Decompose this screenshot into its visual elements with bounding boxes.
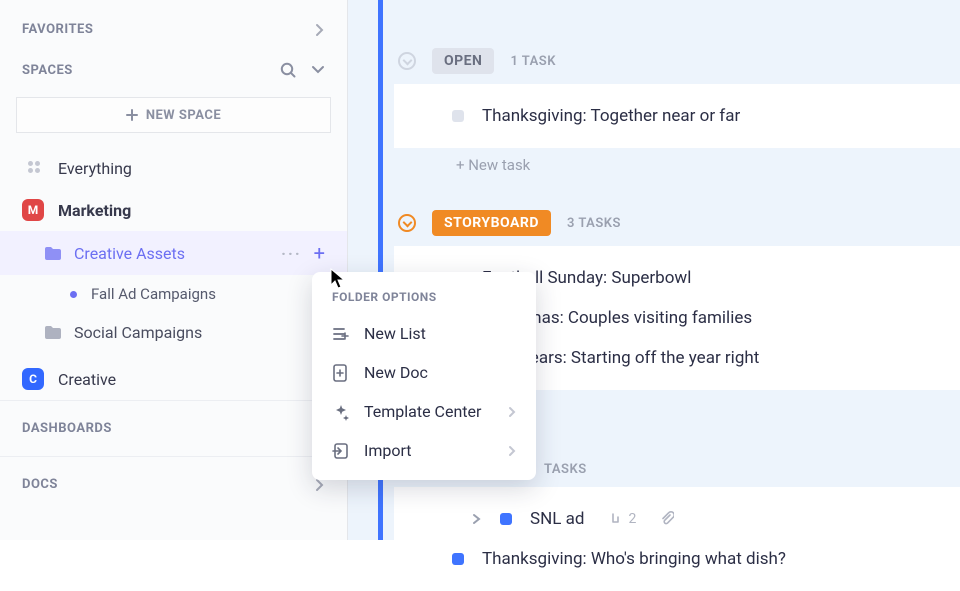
task-status-icon[interactable]: [500, 513, 512, 525]
task-group-open: Thanksgiving: Together near or far: [394, 84, 960, 148]
folder-add-icon[interactable]: +: [314, 241, 325, 265]
plus-icon: [126, 109, 138, 121]
spaces-label: SPACES: [22, 63, 73, 78]
status-pill-storyboard: STORYBOARD: [432, 210, 551, 236]
import-icon: [332, 442, 350, 460]
search-icon[interactable]: [279, 61, 297, 79]
folder-icon: [44, 246, 62, 261]
task-row[interactable]: SNL ad 2: [418, 499, 940, 539]
chevron-right-icon: [508, 445, 516, 457]
creative-label: Creative: [58, 370, 116, 389]
sidebar-item-everything[interactable]: Everything: [0, 147, 347, 189]
new-space-label: NEW SPACE: [146, 108, 221, 123]
folder-options-menu: FOLDER OPTIONS New List New Doc Template…: [312, 272, 536, 480]
attachment-icon[interactable]: [660, 511, 674, 527]
dashboards-section-header[interactable]: DASHBOARDS: [0, 400, 347, 456]
sidebar-item-creative[interactable]: C Creative: [0, 358, 347, 400]
menu-item-new-list[interactable]: New List: [312, 314, 536, 353]
task-title: Thanksgiving: Together near or far: [482, 106, 740, 126]
sparkle-icon: [332, 403, 350, 421]
sidebar-folder-creative-assets[interactable]: Creative Assets ··· +: [0, 231, 347, 275]
chevron-down-icon[interactable]: [311, 65, 325, 75]
docs-section-header[interactable]: DOCS: [0, 456, 347, 512]
social-campaigns-label: Social Campaigns: [74, 323, 202, 342]
favorites-section-header[interactable]: FAVORITES: [0, 10, 347, 49]
task-title: Thanksgiving: Who's bringing what dish?: [482, 549, 786, 569]
marketing-label: Marketing: [58, 201, 131, 220]
task-count: TASKS: [544, 462, 587, 477]
task-status-icon[interactable]: [452, 110, 464, 122]
subtask-count-badge[interactable]: 2: [608, 511, 636, 527]
subtask-toggle-icon[interactable]: [472, 513, 482, 525]
task-count: 3 TASKS: [567, 216, 621, 231]
sidebar-folder-social-campaigns[interactable]: Social Campaigns: [0, 313, 347, 352]
creative-space-icon: C: [22, 368, 44, 390]
status-pill-open: OPEN: [432, 48, 494, 74]
sidebar: FAVORITES SPACES NEW SPACE Everything M …: [0, 0, 348, 540]
task-row[interactable]: Thanksgiving: Who's bringing what dish?: [418, 539, 940, 579]
list-dot-icon: [70, 291, 77, 298]
status-header-storyboard[interactable]: STORYBOARD 3 TASKS: [398, 210, 960, 236]
task-status-icon[interactable]: [452, 553, 464, 565]
status-header-open[interactable]: OPEN 1 TASK: [398, 48, 960, 74]
new-space-button[interactable]: NEW SPACE: [16, 97, 331, 133]
new-task-button[interactable]: + New task: [398, 148, 960, 182]
list-icon: [332, 326, 350, 342]
popup-title: FOLDER OPTIONS: [312, 286, 536, 314]
folder-more-icon[interactable]: ···: [281, 244, 301, 263]
status-collapse-icon[interactable]: [398, 214, 416, 232]
doc-icon: [332, 364, 350, 382]
status-collapse-icon[interactable]: [398, 52, 416, 70]
dashboards-label: DASHBOARDS: [22, 421, 112, 436]
marketing-space-icon: M: [22, 199, 44, 221]
task-count: 1 TASK: [510, 54, 556, 69]
menu-label: Import: [364, 441, 412, 460]
status-header-third[interactable]: TASKS: [544, 462, 960, 477]
menu-item-new-doc[interactable]: New Doc: [312, 353, 536, 392]
everything-label: Everything: [58, 159, 132, 178]
creative-assets-label: Creative Assets: [74, 244, 185, 263]
everything-icon: [22, 157, 44, 179]
menu-label: Template Center: [364, 402, 481, 421]
menu-label: New List: [364, 324, 426, 343]
menu-item-template-center[interactable]: Template Center: [312, 392, 536, 431]
folder-icon: [44, 325, 62, 340]
task-group-third: SNL ad 2 Thanksgiving: Who's bringing wh…: [394, 487, 960, 591]
menu-label: New Doc: [364, 363, 428, 382]
menu-item-import[interactable]: Import: [312, 431, 536, 470]
sidebar-item-marketing[interactable]: M Marketing: [0, 189, 347, 231]
chevron-right-icon: [315, 23, 325, 37]
task-row[interactable]: Thanksgiving: Together near or far: [418, 96, 940, 136]
spaces-section-header[interactable]: SPACES: [0, 49, 347, 91]
task-title: SNL ad: [530, 509, 584, 529]
chevron-right-icon: [508, 406, 516, 418]
sidebar-list-fall-ad-campaigns[interactable]: Fall Ad Campaigns: [0, 275, 347, 313]
favorites-label: FAVORITES: [22, 22, 93, 37]
docs-label: DOCS: [22, 477, 58, 492]
fall-campaigns-label: Fall Ad Campaigns: [91, 285, 216, 303]
